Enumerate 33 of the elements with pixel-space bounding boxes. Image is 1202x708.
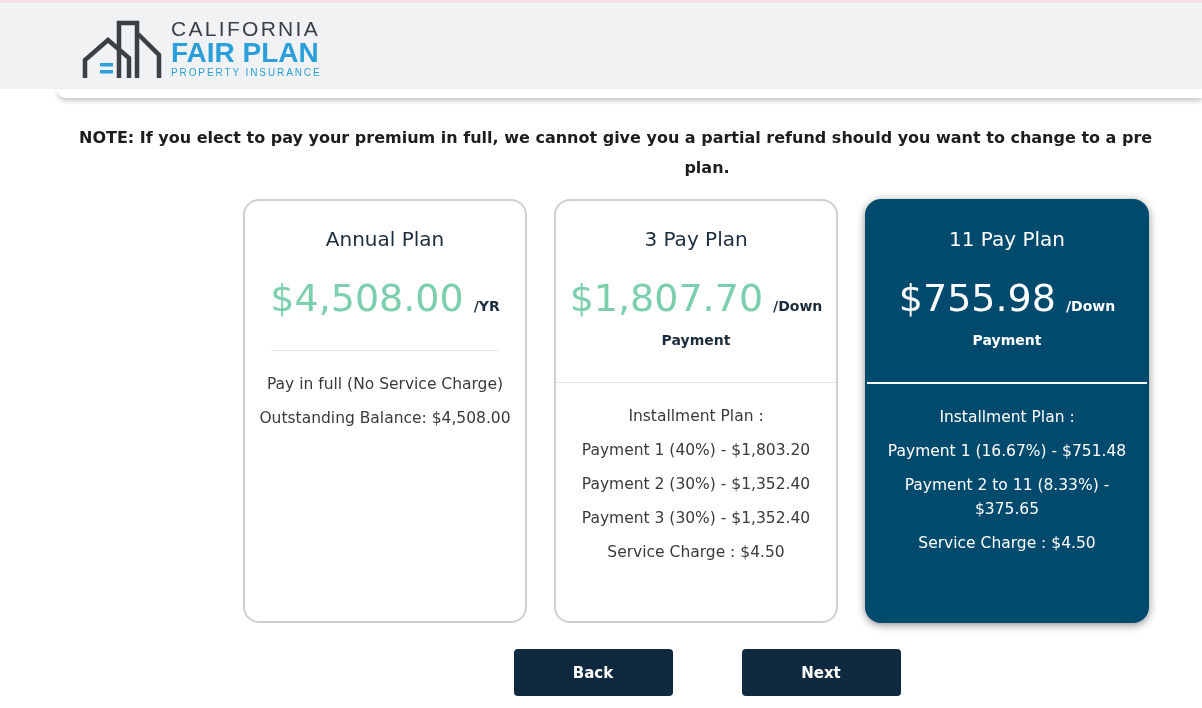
plan-detail: Installment Plan : (628, 406, 764, 427)
plan-title: 11 Pay Plan (948, 226, 1066, 252)
price-unit: /Down (1065, 298, 1116, 314)
plan-detail: Payment 3 (30%) - $1,352.40 (581, 508, 811, 529)
price-unit: /YR (473, 298, 500, 314)
plan-detail: Payment 2 (30%) - $1,352.40 (581, 474, 811, 495)
plan-price: $1,807.70 (569, 275, 764, 322)
price-unit: Payment (661, 331, 731, 350)
price-unit: /Down (773, 298, 823, 314)
plan-price: $4,508.00 (270, 275, 464, 322)
logo-wordmark-top: CALIFORNIA (171, 18, 321, 39)
note-text: NOTE: If you elect to pay your premium in full, we cannot give you a partial refund should you want to change to a pre (79, 127, 1153, 149)
price-unit: Payment (972, 331, 1042, 350)
plan-card[interactable]: 3 Pay Plan $1,807.70 /Down Payment Installment Plan : Payment 1 (40%) - $1,803.20 Payment 2 (30%) - $1,352.40 Payment 3 (30%) - $1,352.40 Service Charge : $4.50 (554, 199, 838, 623)
back-button[interactable]: Back (513, 649, 673, 696)
plan-detail: Payment 2 to 11 (8.33%) - $375.65 (903, 475, 1111, 520)
plan-price: $755.98 (898, 275, 1056, 322)
logo-tagline: PROPERTY INSURANCE (171, 66, 322, 79)
plan-detail: Payment 1 (16.67%) - $751.48 (887, 441, 1127, 462)
plan-detail: Service Charge : $4.50 (918, 533, 1096, 554)
plan-detail: Payment 1 (40%) - $1,803.20 (581, 440, 811, 461)
plan-detail: Service Charge : $4.50 (607, 542, 785, 563)
note-text: plan. (684, 157, 730, 179)
plan-card[interactable]: Annual Plan $4,508.00 /YR Pay in full (No Service Charge) Outstanding Balance: $4,508.00 (243, 199, 527, 623)
plan-detail: Installment Plan : (939, 407, 1075, 428)
plan-detail: Pay in full (No Service Charge) (266, 374, 504, 395)
logo-wordmark: FAIR PLAN (171, 38, 319, 67)
plan-title: 3 Pay Plan (643, 226, 749, 252)
plan-detail: Outstanding Balance: $4,508.00 (259, 408, 511, 429)
next-button[interactable]: Next (741, 649, 901, 696)
plan-title: Annual Plan (324, 226, 446, 252)
house-building-logo-icon (82, 19, 162, 78)
plan-card[interactable]: 11 Pay Plan $755.98 /Down Payment Installment Plan : Payment 1 (16.67%) - $751.48 Payment 2 to 11 (8.33%) - $375.65 Service Charge : $4.50 (865, 199, 1149, 623)
